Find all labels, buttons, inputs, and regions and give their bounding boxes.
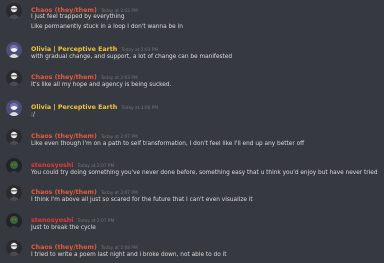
message-text: Like permanently stuck in a loop I don't…: [31, 24, 183, 30]
author-name[interactable]: Chaos (they/them): [31, 244, 97, 251]
message-text: I tried to write a poem last night and i…: [31, 252, 227, 258]
avatar[interactable]: [6, 129, 22, 145]
message-timestamp: Today at 3:06 PM: [121, 106, 159, 111]
message-text: with gradual change, and support, a lot …: [31, 54, 233, 60]
message-text: I think I'm above all just so scared for…: [31, 197, 253, 203]
avatar[interactable]: [6, 3, 22, 19]
chat-message-list: Chaos (they/them) Today at 2:02 PM I just…: [0, 0, 384, 263]
avatar[interactable]: [6, 240, 22, 256]
avatar[interactable]: [6, 42, 22, 58]
message-text: You could try doing something you've nev…: [31, 170, 378, 176]
author-name[interactable]: Chaos (they/them): [31, 133, 97, 140]
avatar[interactable]: [6, 70, 22, 86]
author-name[interactable]: Olivia | Perceptive Earth: [31, 104, 117, 111]
message-text: I just feel trapped by everything: [31, 14, 125, 20]
message-header: Olivia | Perceptive Earth Today at 3:06 P…: [31, 100, 158, 113]
author-name[interactable]: Olivia | Perceptive Earth: [31, 46, 117, 53]
message-text: It's like all my hope and agency is bein…: [31, 82, 172, 88]
author-name[interactable]: stenosyoshi: [31, 217, 73, 224]
author-name[interactable]: Chaos (they/them): [31, 189, 97, 196]
message-text: Just to break the cycle: [31, 225, 96, 231]
avatar[interactable]: [6, 158, 22, 174]
message-text: :/: [31, 112, 35, 118]
message-text: Like even though I'm on a path to self t…: [31, 141, 305, 147]
avatar[interactable]: [6, 213, 22, 229]
avatar[interactable]: [6, 100, 22, 116]
avatar[interactable]: [6, 185, 22, 201]
author-name[interactable]: stenosyoshi: [31, 162, 73, 169]
author-name[interactable]: Chaos (they/them): [31, 74, 97, 81]
